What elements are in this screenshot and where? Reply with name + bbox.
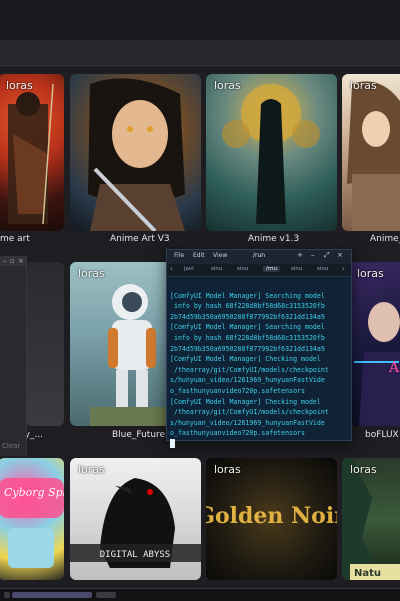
model-type-badge: loras: [78, 267, 105, 280]
terminal-menubar: File Edit View /run + – ⤢ ×: [167, 250, 351, 264]
panel-header: – ▫ ×: [0, 256, 26, 266]
model-card[interactable]: Natu loras: [342, 458, 400, 580]
taskbar: [0, 588, 400, 601]
svg-text:A: A: [388, 360, 400, 376]
model-thumbnail: Cyborg Splash: [0, 478, 64, 568]
terminal-tab[interactable]: javi: [184, 266, 194, 272]
minimize-icon[interactable]: –: [311, 251, 315, 259]
tab-scroll-left-icon[interactable]: ‹: [170, 265, 173, 273]
model-thumbnail: A: [354, 302, 400, 426]
model-card[interactable]: DIGITAL ABYSS loras: [70, 458, 201, 580]
menu-view[interactable]: View: [213, 252, 227, 259]
terminal-line: /thearray/git/ComfyUI/models/checkpoint: [170, 365, 329, 374]
side-panel: – ▫ × Clear: [0, 256, 27, 456]
terminal-line: 2b74d59b350a6950288f877992bf6321dd134a9: [170, 312, 325, 321]
terminal-line: [ComfyUI Model Manager] Searching model: [170, 291, 325, 300]
model-type-badge: loras: [350, 463, 377, 476]
terminal-line: [ComfyUI Model Manager] Searching model: [170, 323, 325, 332]
model-card[interactable]: [26, 262, 64, 426]
model-card[interactable]: [70, 74, 201, 231]
toolbar: [0, 40, 400, 66]
terminal-tab[interactable]: sinu: [237, 266, 248, 272]
model-thumbnail: Golden Noir: [206, 503, 337, 529]
menu-edit[interactable]: Edit: [193, 252, 205, 259]
close-icon[interactable]: ×: [18, 257, 24, 265]
model-thumbnail: DIGITAL ABYSS: [70, 478, 201, 568]
model-type-badge: loras: [214, 463, 241, 476]
model-thumbnail: [347, 81, 400, 231]
model-thumbnail: [8, 83, 54, 225]
model-type-badge: loras: [6, 79, 33, 92]
terminal-tab-active[interactable]: /rnu: [263, 266, 280, 272]
model-card[interactable]: loras: [0, 74, 64, 231]
poster-title: Golden Noir: [206, 503, 337, 529]
model-name: me art: [0, 234, 30, 244]
terminal-line: o_fasthunyuanvideo720p.safetensors: [170, 386, 305, 395]
model-type-badge: loras: [350, 79, 377, 92]
minimize-icon[interactable]: –: [3, 257, 7, 265]
model-name: boFLUX: [365, 430, 399, 440]
terminal-line: info by hash 68f228d8bf58d68c3153520fb: [170, 333, 325, 342]
taskbar-window[interactable]: [96, 592, 116, 598]
model-type-badge: loras: [78, 463, 105, 476]
model-name: Anime_: [370, 234, 400, 244]
terminal-output[interactable]: [ComfyUI Model Manager] Searching model …: [170, 280, 348, 451]
model-card[interactable]: A loras: [349, 262, 400, 426]
terminal-line: [ComfyUI Model Manager] Checking model: [170, 355, 321, 364]
terminal-line: s/hunyuan_video/1261969_hunyuanFastVide: [170, 418, 325, 427]
close-icon[interactable]: ×: [337, 251, 343, 259]
terminal-line: [ComfyUI Model Manager] Checking model: [170, 397, 321, 406]
restore-icon[interactable]: ▫: [10, 257, 15, 265]
model-thumbnail: [88, 78, 185, 231]
terminal-tabbar: ‹ javi sinu sinu /rnu sinu sinu ›: [167, 264, 351, 277]
top-area: [0, 0, 400, 40]
model-type-badge: loras: [357, 267, 384, 280]
new-tab-icon[interactable]: +: [297, 251, 303, 259]
maximize-icon[interactable]: ⤢: [324, 251, 330, 260]
terminal-line: o_fasthunyuanvideo720p.safetensors: [170, 429, 305, 438]
poster-title: Natu: [354, 568, 381, 579]
model-type-badge: loras: [214, 79, 241, 92]
taskbar-window[interactable]: [12, 592, 92, 598]
terminal-tab[interactable]: sinu: [317, 266, 328, 272]
taskbar-app[interactable]: [4, 592, 10, 598]
model-name: Anime Art V3: [110, 234, 170, 244]
terminal-tab[interactable]: sinu: [291, 266, 302, 272]
poster-title: Cyborg Splash: [4, 486, 64, 499]
model-thumbnail: [222, 84, 320, 224]
model-card[interactable]: loras: [206, 74, 337, 231]
terminal-line: 2b74d59b350a6950288f877992bf6321dd134a9: [170, 344, 325, 353]
model-thumbnail: Natu: [342, 458, 400, 580]
terminal-line: info by hash 68f228d8bf58d68c3153520fb: [170, 302, 325, 311]
terminal-title: /run: [253, 252, 266, 259]
menu-file[interactable]: File: [174, 252, 184, 259]
model-card[interactable]: loras: [342, 74, 400, 231]
terminal-line: /thearray/git/ComfyUI/models/checkpoint: [170, 408, 329, 417]
model-name: Anime v1.3: [248, 234, 300, 244]
poster-title: DIGITAL ABYSS: [100, 550, 170, 560]
model-name: Blue_Future: [112, 430, 166, 440]
tab-scroll-right-icon[interactable]: ›: [342, 265, 345, 273]
terminal-window[interactable]: File Edit View /run + – ⤢ × ‹ javi sinu …: [166, 249, 352, 448]
model-card[interactable]: Golden Noir loras: [206, 458, 337, 580]
clear-button[interactable]: Clear: [2, 442, 20, 450]
terminal-tab[interactable]: sinu: [211, 266, 222, 272]
terminal-cursor: [170, 438, 175, 448]
terminal-line: s/hunyuan_video/1261969_hunyuanFastVide: [170, 376, 325, 385]
model-card[interactable]: Cyborg Splash: [0, 458, 64, 580]
